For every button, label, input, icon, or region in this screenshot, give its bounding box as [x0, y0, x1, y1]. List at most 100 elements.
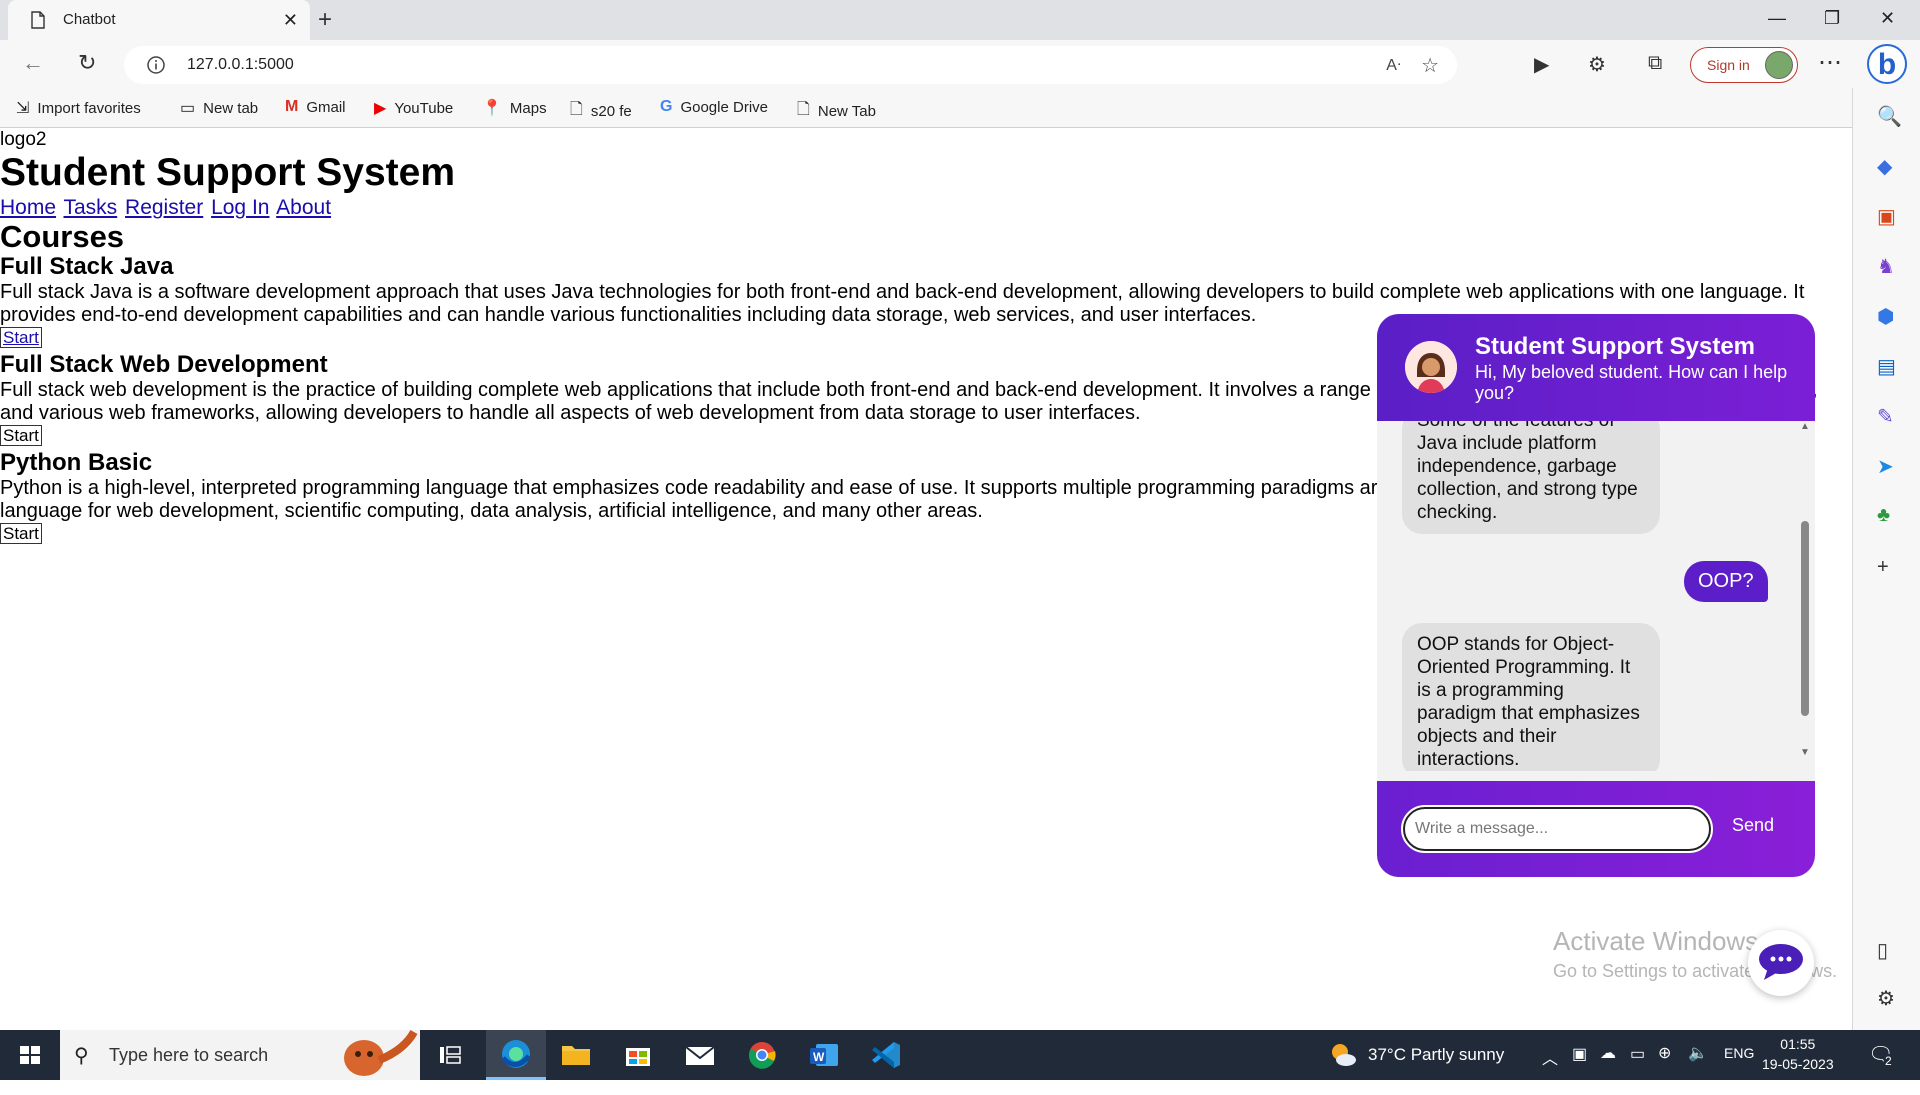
taskbar-mail[interactable]: [672, 1030, 728, 1080]
windows-start-button[interactable]: [0, 1030, 60, 1080]
bing-copilot-icon[interactable]: b: [1867, 44, 1907, 84]
send-button[interactable]: Send: [1732, 815, 1774, 836]
search-icon: ⚲: [74, 1045, 89, 1067]
taskbar-file-explorer[interactable]: [548, 1030, 604, 1080]
search-icon[interactable]: 🔍: [1877, 104, 1902, 129]
chat-subtitle: Hi, My beloved student. How can I help y…: [1475, 362, 1788, 403]
microsoft365-icon[interactable]: ⬢: [1877, 304, 1894, 329]
bookmark-label: Google Drive: [680, 98, 768, 116]
close-tab-icon[interactable]: ✕: [283, 10, 298, 31]
bookmark-youtube[interactable]: ▶ YouTube: [374, 98, 453, 118]
settings-gear-icon[interactable]: ⚙: [1877, 986, 1895, 1011]
chat-scrollbar[interactable]: ▲ ▼: [1799, 421, 1811, 771]
shopping-tag-icon[interactable]: ◆: [1877, 154, 1892, 179]
minimize-icon[interactable]: —: [1768, 8, 1786, 29]
clock[interactable]: 01:55 19-05-2023: [1762, 1034, 1834, 1074]
reload-icon[interactable]: ↻: [78, 50, 96, 76]
tools-icon[interactable]: ▣: [1877, 204, 1896, 229]
page-icon: 🗋: [797, 101, 810, 118]
browser-tab[interactable]: Chatbot ✕: [8, 0, 310, 40]
task-view-icon: [440, 1046, 461, 1064]
bookmark-label: New tab: [203, 99, 259, 117]
nav-home-link[interactable]: Home: [0, 196, 56, 219]
back-icon[interactable]: ←: [22, 50, 44, 76]
taskbar-edge[interactable]: [486, 1030, 546, 1080]
chat-toggle-button[interactable]: [1748, 930, 1814, 996]
nav-login-link[interactable]: Log In: [211, 196, 269, 219]
nav-tasks-link[interactable]: Tasks: [64, 196, 118, 219]
tab-title: Chatbot: [63, 11, 116, 28]
message-input[interactable]: [1401, 805, 1713, 853]
tree-icon[interactable]: ♣: [1877, 504, 1890, 527]
bookmark-label: New Tab: [817, 103, 876, 120]
start-button[interactable]: Start: [0, 523, 42, 544]
close-window-icon[interactable]: ✕: [1880, 8, 1895, 29]
folder-icon: [562, 1046, 590, 1065]
windows-logo-icon: [20, 1046, 40, 1064]
split-screen-icon[interactable]: ▯: [1877, 938, 1888, 963]
weather-widget[interactable]: 37°C Partly sunny: [1328, 1030, 1518, 1080]
designer-icon[interactable]: ✎: [1877, 404, 1894, 429]
volume-icon[interactable]: 🔈: [1688, 1043, 1708, 1093]
collections-icon[interactable]: ⧉: [1648, 52, 1662, 75]
bot-message: Some of the features of Java include pla…: [1402, 421, 1660, 534]
add-icon[interactable]: +: [1877, 556, 1889, 579]
info-icon[interactable]: [146, 55, 166, 80]
language-indicator[interactable]: ENG: [1724, 1045, 1754, 1095]
new-tab-button[interactable]: +: [318, 6, 332, 34]
bookmark-new-tab-2[interactable]: 🗋 New Tab: [797, 98, 876, 125]
read-aloud-icon[interactable]: Aᐧ: [1386, 55, 1401, 75]
restore-icon[interactable]: ❐: [1824, 8, 1840, 29]
bookmark-new-tab[interactable]: ▭ New tab: [180, 98, 258, 118]
more-options-icon[interactable]: ⋯: [1818, 48, 1842, 77]
bookmark-label: YouTube: [394, 99, 454, 117]
onedrive-icon[interactable]: ☁: [1600, 1043, 1616, 1093]
send-icon[interactable]: ➤: [1877, 454, 1894, 479]
notification-center-button[interactable]: 🗨 2: [1868, 1042, 1908, 1092]
gmail-icon: M: [285, 98, 299, 115]
sign-in-button[interactable]: Sign in: [1690, 47, 1798, 83]
scroll-down-icon[interactable]: ▼: [1800, 747, 1810, 758]
notification-count: 2: [1884, 1054, 1893, 1068]
word-icon: W: [810, 1044, 838, 1066]
google-icon: G: [660, 98, 673, 115]
bookmark-google-drive[interactable]: G Google Drive: [660, 98, 768, 116]
start-button[interactable]: Start: [0, 425, 42, 446]
scroll-thumb[interactable]: [1801, 521, 1809, 716]
bing-play-icon[interactable]: ▶: [1534, 52, 1549, 77]
scroll-up-icon[interactable]: ▲: [1800, 421, 1810, 432]
page-icon: [30, 11, 46, 34]
bookmark-import-favorites[interactable]: ⇲ Import favorites: [16, 98, 141, 118]
bookmark-label: Gmail: [306, 98, 346, 116]
extensions-icon[interactable]: ⚙: [1588, 52, 1606, 77]
bookmark-maps[interactable]: 📍 Maps: [482, 98, 547, 118]
show-hidden-icons-chevron-icon[interactable]: ︿: [1542, 1045, 1558, 1095]
chat-header: Student Support System Hi, My beloved st…: [1377, 314, 1815, 421]
import-icon: ⇲: [16, 100, 30, 117]
taskbar-store[interactable]: [610, 1030, 666, 1080]
bookmarks-bar: ⇲ Import favorites ▭ New tab M Gmail ▶ YouTu…: [0, 88, 1852, 128]
edge-icon: [501, 1040, 531, 1068]
chat-bubble-icon: [1759, 944, 1803, 980]
taskbar-search[interactable]: ⚲ Type here to search: [60, 1030, 420, 1080]
taskbar-chrome[interactable]: [734, 1030, 790, 1080]
url-text: 127.0.0.1:5000: [187, 56, 294, 73]
taskbar-word[interactable]: W: [796, 1030, 852, 1080]
meet-now-icon[interactable]: ▣: [1572, 1044, 1587, 1094]
add-favorite-icon[interactable]: ☆: [1421, 53, 1439, 78]
nav-register-link[interactable]: Register: [125, 196, 203, 219]
outlook-icon[interactable]: ▤: [1877, 354, 1896, 379]
chat-messages[interactable]: Some of the features of Java include pla…: [1377, 421, 1815, 771]
start-button[interactable]: Start: [0, 327, 42, 348]
store-icon: [626, 1048, 650, 1066]
network-globe-icon[interactable]: ⊕: [1658, 1043, 1671, 1093]
address-bar[interactable]: 127.0.0.1:5000 Aᐧ ☆: [124, 46, 1457, 84]
taskbar-vscode[interactable]: [858, 1030, 914, 1080]
games-icon[interactable]: ♞: [1877, 254, 1895, 279]
bookmark-s20-fe[interactable]: 🗋 s20 fe: [570, 98, 632, 125]
task-view-button[interactable]: [422, 1030, 478, 1080]
nav-about-link[interactable]: About: [276, 196, 331, 219]
bookmark-gmail[interactable]: M Gmail: [285, 98, 346, 116]
search-highlight-mascot-icon: [324, 1030, 420, 1080]
battery-icon[interactable]: ▭: [1630, 1044, 1645, 1094]
